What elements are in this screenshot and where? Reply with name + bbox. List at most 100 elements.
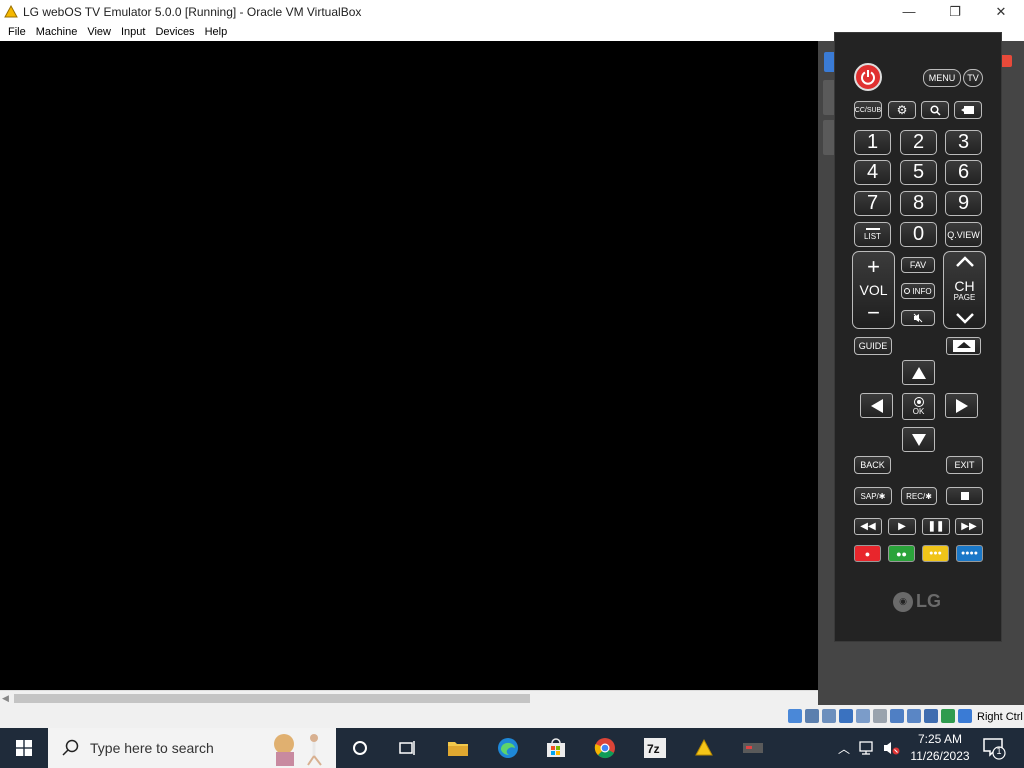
mute-button[interactable] <box>901 310 935 326</box>
channel-rocker[interactable]: CH PAGE <box>943 251 986 329</box>
pause-button[interactable]: ❚❚ <box>922 518 950 535</box>
settings-button[interactable]: ⚙ <box>888 101 916 119</box>
fast-forward-button[interactable]: ▶▶ <box>955 518 983 535</box>
cpu-icon[interactable] <box>924 709 938 723</box>
dpad-left-button[interactable] <box>860 393 893 418</box>
file-explorer-icon[interactable] <box>446 736 470 760</box>
red-button[interactable]: ● <box>854 545 881 562</box>
blue-dots-icon: ●●●● <box>961 550 978 557</box>
taskbar-search-box[interactable]: Type here to search <box>48 728 336 768</box>
network-tray-icon[interactable] <box>858 740 876 756</box>
volume-up-icon[interactable]: + <box>867 256 880 278</box>
digit-2-button[interactable]: 2 <box>900 130 937 155</box>
exit-button[interactable]: EXIT <box>946 456 983 474</box>
menu-machine[interactable]: Machine <box>31 26 83 38</box>
list-button[interactable]: LIST <box>854 222 891 247</box>
mouse-integration-icon[interactable] <box>941 709 955 723</box>
power-button[interactable] <box>854 63 882 91</box>
microsoft-store-icon[interactable] <box>544 736 568 760</box>
task-view-icon[interactable] <box>396 736 420 760</box>
list-dash-icon <box>865 228 880 230</box>
arrow-right-icon <box>955 398 968 413</box>
digit-4-button[interactable]: 4 <box>854 160 891 185</box>
home-button[interactable] <box>946 337 981 355</box>
close-button[interactable]: ✕ <box>978 0 1024 23</box>
recording-icon[interactable] <box>907 709 921 723</box>
guide-button[interactable]: GUIDE <box>854 337 892 355</box>
input-button[interactable] <box>954 101 982 119</box>
lg-brand-text: LG <box>916 591 941 611</box>
ok-button[interactable]: OK <box>902 393 935 420</box>
sap-button[interactable]: SAP/✱ <box>854 487 892 505</box>
menu-file[interactable]: File <box>3 26 31 38</box>
cc-sub-button[interactable]: CC/SUB <box>854 101 882 119</box>
notification-center-button[interactable]: 1 <box>982 736 1006 760</box>
dpad-down-button[interactable] <box>902 427 935 452</box>
system-tray: ︿ <box>838 728 900 768</box>
vm-screen[interactable] <box>0 41 818 690</box>
display-icon[interactable] <box>890 709 904 723</box>
channel-down-icon[interactable] <box>955 312 975 324</box>
search-button[interactable] <box>921 101 949 119</box>
shared-folders-icon[interactable] <box>873 709 887 723</box>
lg-logo: ◉ LG <box>893 591 941 612</box>
info-button[interactable]: INFO <box>901 283 935 299</box>
digit-9-button[interactable]: 9 <box>945 191 982 216</box>
horizontal-scrollbar[interactable]: ◀ <box>0 690 818 705</box>
network-icon[interactable] <box>839 709 853 723</box>
digit-1-button[interactable]: 1 <box>854 130 891 155</box>
digit-0-button[interactable]: 0 <box>900 222 937 247</box>
minimize-button[interactable]: — <box>886 0 932 23</box>
qview-button[interactable]: Q.VIEW <box>945 222 982 247</box>
start-button[interactable] <box>0 728 48 768</box>
volume-muted-tray-icon[interactable] <box>882 740 900 756</box>
hard-disk-icon[interactable] <box>788 709 802 723</box>
rewind-button[interactable]: ◀◀ <box>854 518 882 535</box>
fav-button[interactable]: FAV <box>901 257 935 273</box>
optical-drive-icon[interactable] <box>805 709 819 723</box>
tv-button[interactable]: TV <box>963 69 983 87</box>
channel-up-icon[interactable] <box>955 256 975 268</box>
menu-help[interactable]: Help <box>200 26 233 38</box>
dpad-right-button[interactable] <box>945 393 978 418</box>
maximize-button[interactable]: ❐ <box>932 0 978 23</box>
digit-7-button[interactable]: 7 <box>854 191 891 216</box>
menu-input[interactable]: Input <box>116 26 150 38</box>
menu-button[interactable]: MENU <box>923 69 961 87</box>
edge-browser-icon[interactable] <box>496 736 520 760</box>
window-titlebar: LG webOS TV Emulator 5.0.0 [Running] - O… <box>0 0 1024 23</box>
digit-6-button[interactable]: 6 <box>945 160 982 185</box>
back-button[interactable]: BACK <box>854 456 891 474</box>
volume-down-icon[interactable]: − <box>867 302 880 324</box>
menu-view[interactable]: View <box>82 26 116 38</box>
audio-icon[interactable] <box>822 709 836 723</box>
digit-5-button[interactable]: 5 <box>900 160 937 185</box>
7zip-icon[interactable]: 7z <box>643 736 667 760</box>
ok-label: OK <box>912 407 925 416</box>
dpad-up-button[interactable] <box>902 360 935 385</box>
red-dot-icon: ● <box>864 548 871 559</box>
green-button[interactable]: ●● <box>888 545 915 562</box>
home-icon <box>952 340 975 352</box>
scroll-left-arrow-icon[interactable]: ◀ <box>2 693 9 704</box>
scrollbar-thumb[interactable] <box>14 694 530 703</box>
usb-icon[interactable] <box>856 709 870 723</box>
tv-remote-control: MENU TV CC/SUB ⚙ 1 2 3 4 5 6 7 8 9 LIST … <box>834 32 1002 642</box>
yellow-button[interactable]: ●●● <box>922 545 949 562</box>
cortana-icon[interactable] <box>348 736 372 760</box>
taskbar-clock[interactable]: 7:25 AM 11/26/2023 <box>904 731 976 765</box>
keyboard-capture-icon[interactable] <box>958 709 972 723</box>
play-button[interactable]: ▶ <box>888 518 916 535</box>
menu-devices[interactable]: Devices <box>150 26 199 38</box>
tray-chevron-up-icon[interactable]: ︿ <box>838 740 850 757</box>
pause-icon: ❚❚ <box>927 521 945 532</box>
stop-button[interactable] <box>946 487 983 505</box>
emulator-window-icon[interactable] <box>741 736 765 760</box>
blue-button[interactable]: ●●●● <box>956 545 983 562</box>
digit-3-button[interactable]: 3 <box>945 130 982 155</box>
volume-rocker[interactable]: + VOL − <box>852 251 895 329</box>
virtualbox-taskbar-icon[interactable] <box>692 736 716 760</box>
chrome-browser-icon[interactable] <box>593 736 617 760</box>
rec-button[interactable]: REC/✱ <box>901 487 937 505</box>
digit-8-button[interactable]: 8 <box>900 191 937 216</box>
